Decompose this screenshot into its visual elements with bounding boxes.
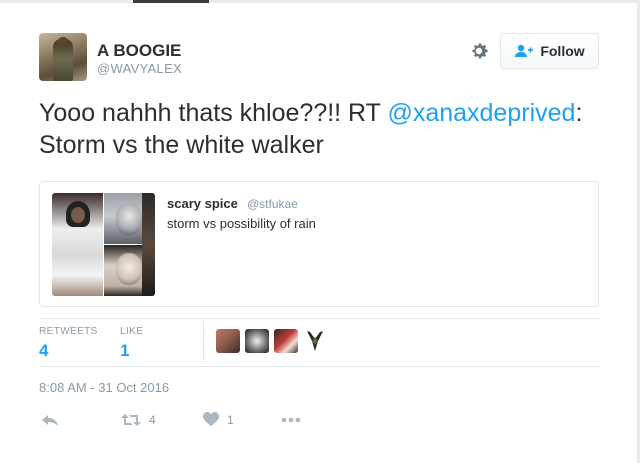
- avatar[interactable]: [39, 33, 87, 81]
- more-icon: [281, 417, 301, 423]
- quoted-user-name: scary spice: [167, 196, 238, 211]
- photo-face-pale: [116, 253, 142, 285]
- avatar-head: [57, 37, 69, 49]
- reply-icon: [42, 415, 58, 426]
- more-button[interactable]: [281, 412, 301, 428]
- liker-avatar[interactable]: [303, 329, 327, 353]
- user-name[interactable]: A BOOGIE: [97, 41, 181, 61]
- stats-divider-bottom: [39, 366, 599, 367]
- likes-count[interactable]: 1: [120, 341, 129, 361]
- top-strip-image-edge: [133, 0, 209, 3]
- tweet-text: Yooo nahhh thats khloe??!! RT @xanaxdepr…: [39, 97, 629, 161]
- liker-avatar[interactable]: [216, 329, 240, 353]
- quoted-photo-storm: [52, 193, 103, 296]
- quoted-tweet-media[interactable]: [52, 193, 155, 296]
- retweet-action-count: 4: [149, 413, 156, 427]
- photo-face: [71, 207, 85, 223]
- quoted-tweet-text: storm vs possibility of rain: [167, 216, 316, 231]
- follow-label: Follow: [540, 43, 585, 59]
- quoted-photo-strip: [142, 193, 155, 296]
- gear-icon[interactable]: [468, 40, 490, 62]
- like-action-count: 1: [227, 412, 234, 427]
- retweets-label: RETWEETS: [39, 326, 98, 337]
- retweet-icon: [121, 414, 141, 426]
- retweet-button[interactable]: 4: [121, 412, 156, 428]
- photo-mask: [116, 203, 142, 235]
- heart-icon: [203, 412, 219, 426]
- follow-person-icon: [515, 44, 534, 57]
- tweet-mention-link[interactable]: @xanaxdeprived: [387, 99, 575, 127]
- like-button[interactable]: 1: [203, 412, 234, 427]
- stats-divider-top: [39, 318, 599, 319]
- retweets-count[interactable]: 4: [39, 341, 48, 361]
- quoted-user-handle: @stfukae: [247, 197, 298, 211]
- top-strip: [0, 0, 640, 3]
- tweet-timestamp[interactable]: 8:08 AM - 31 Oct 2016: [39, 380, 169, 395]
- tweet-text-before: Yooo nahhh thats khloe??!! RT: [39, 99, 388, 127]
- liker-avatar[interactable]: [245, 329, 269, 353]
- liker-avatar-image: [307, 331, 323, 351]
- follow-button[interactable]: Follow: [500, 33, 599, 69]
- likes-label: LIKE: [120, 326, 144, 337]
- liker-avatar[interactable]: [274, 329, 298, 353]
- quoted-tweet[interactable]: scary spice @stfukae storm vs possibilit…: [39, 181, 599, 307]
- stats-separator: [203, 321, 204, 361]
- user-handle[interactable]: @WAVYALEX: [97, 61, 182, 76]
- reply-button[interactable]: [41, 412, 59, 428]
